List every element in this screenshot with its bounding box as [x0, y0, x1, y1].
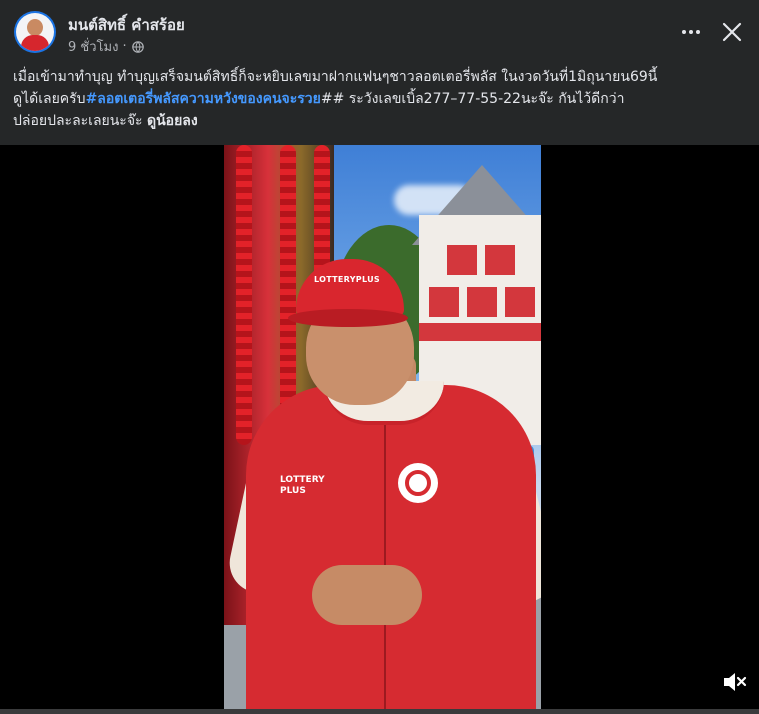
jacket-chest-text-1: LOTTERY	[280, 475, 325, 485]
video-frame[interactable]: LOTTERYPLUS LOTTERY PLUS	[224, 145, 541, 714]
globe-icon[interactable]	[131, 40, 144, 53]
emblem-ring	[405, 470, 431, 496]
author-name[interactable]: มนต์สิทธิ์ คำสร้อย	[68, 13, 185, 37]
caption-line-3: ปล่อยปละละเลยนะจ๊ะ ดูน้อยลง	[13, 110, 753, 132]
post-meta: 9 ชั่วโมง ·	[68, 36, 144, 57]
meta-separator: ·	[122, 39, 127, 54]
see-less-link[interactable]: ดูน้อยลง	[147, 113, 198, 129]
avatar-face	[27, 19, 43, 36]
caption-line-3-prefix: ปล่อยปละละเลยนะจ๊ะ	[13, 113, 143, 129]
more-options-button[interactable]	[677, 20, 705, 44]
garland	[236, 145, 252, 445]
wall-panel	[485, 245, 515, 275]
video-progress-bar[interactable]	[0, 709, 759, 714]
cap-brim	[288, 309, 408, 327]
wall-panel	[447, 245, 477, 275]
close-icon[interactable]	[718, 18, 746, 46]
avatar-image	[16, 13, 54, 51]
post-time[interactable]: 9 ชั่วโมง	[68, 36, 118, 57]
person-jacket	[246, 385, 536, 714]
caption-line-2-prefix: ดูได้เลยครับ	[13, 91, 86, 107]
wall-panel	[467, 287, 497, 317]
jacket-chest-text-2: PLUS	[280, 486, 306, 496]
person-hands	[312, 565, 422, 625]
more-icon-dot	[696, 30, 700, 34]
wall-panel	[505, 287, 535, 317]
caption-line-1: เมื่อเข้ามาทำบุญ ทำบุญเสร็จมนต์สิทธิ์ก็จ…	[13, 69, 658, 85]
more-icon	[682, 30, 686, 34]
cap-logo-text: LOTTERYPLUS	[314, 275, 380, 284]
jacket-chest-text: LOTTERY PLUS	[280, 475, 325, 497]
caption-line-2: ดูได้เลยครับ#ลอตเตอรี่พลัสความหวังของคนจ…	[13, 88, 753, 110]
video-player[interactable]: LOTTERYPLUS LOTTERY PLUS	[0, 145, 759, 714]
author-avatar[interactable]	[14, 11, 56, 53]
wall-band	[419, 323, 541, 341]
post-header: มนต์สิทธิ์ คำสร้อย 9 ชั่วโมง ·	[0, 0, 759, 64]
avatar-body	[21, 35, 49, 51]
hashtag-link[interactable]: #ลอตเตอรี่พลัสความหวังของคนจะรวย	[86, 91, 321, 107]
more-icon-dot	[689, 30, 693, 34]
post-caption: เมื่อเข้ามาทำบุญ ทำบุญเสร็จมนต์สิทธิ์ก็จ…	[13, 66, 753, 132]
jacket-emblem-icon	[398, 463, 438, 503]
wall-panel	[429, 287, 459, 317]
caption-line-2-suffix: ## ระวังเลขเบิ้ล277–77-55-22นะจ๊ะ กันไว้…	[320, 91, 625, 107]
speaker-muted-icon[interactable]	[719, 667, 749, 697]
